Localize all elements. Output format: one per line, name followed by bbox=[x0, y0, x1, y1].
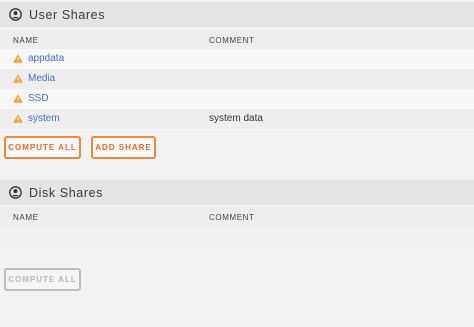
column-name-header: NAME bbox=[13, 36, 39, 45]
disk-shares-column-header: NAME COMMENT bbox=[0, 207, 474, 226]
column-comment-header: COMMENT bbox=[209, 213, 255, 222]
share-link-system[interactable]: system bbox=[28, 113, 60, 124]
column-name-header: NAME bbox=[13, 213, 39, 222]
share-link-appdata[interactable]: appdata bbox=[28, 53, 64, 64]
share-link-media[interactable]: Media bbox=[28, 73, 55, 84]
share-row: appdata bbox=[0, 49, 474, 69]
user-shares-title: User Shares bbox=[29, 7, 106, 22]
share-row: SSD bbox=[0, 89, 474, 109]
warning-icon bbox=[13, 114, 23, 123]
share-link-ssd[interactable]: SSD bbox=[28, 93, 49, 104]
disk-shares-title: Disk Shares bbox=[29, 185, 103, 200]
disk-compute-all-button[interactable]: COMPUTE ALL bbox=[4, 268, 81, 291]
column-comment-header: COMMENT bbox=[209, 36, 255, 45]
add-share-button[interactable]: ADD SHARE bbox=[91, 136, 156, 159]
user-icon bbox=[9, 186, 22, 199]
warning-icon bbox=[13, 54, 23, 63]
disk-shares-empty-list bbox=[0, 226, 474, 249]
disk-shares-header: Disk Shares bbox=[0, 180, 474, 205]
compute-all-button[interactable]: COMPUTE ALL bbox=[4, 136, 81, 159]
warning-icon bbox=[13, 74, 23, 83]
warning-icon bbox=[13, 94, 23, 103]
user-shares-header: User Shares bbox=[0, 2, 474, 27]
share-comment: system data bbox=[209, 113, 263, 124]
share-row: system system data bbox=[0, 109, 474, 129]
share-row: Media bbox=[0, 69, 474, 89]
user-shares-column-header: NAME COMMENT bbox=[0, 30, 474, 49]
user-icon bbox=[9, 8, 22, 21]
